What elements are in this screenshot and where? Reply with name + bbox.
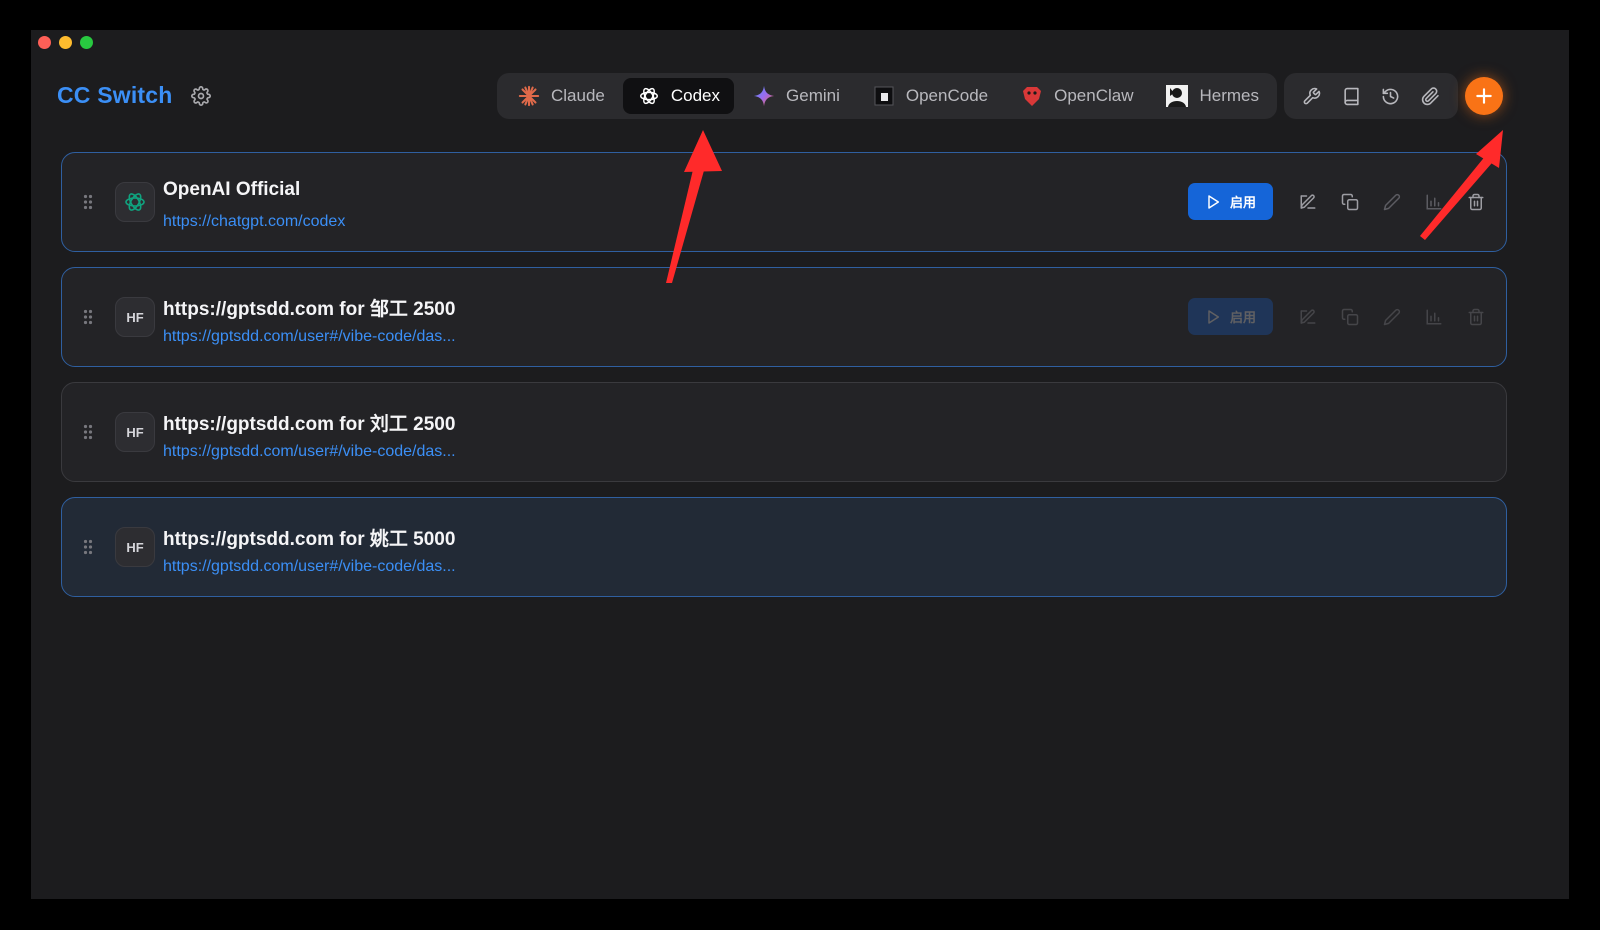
provider-card[interactable]: HF https://gptsdd.com for 姚工 5000 https:… bbox=[61, 497, 1507, 597]
grip-icon bbox=[83, 194, 93, 210]
edit-button[interactable] bbox=[1287, 183, 1329, 220]
provider-avatar bbox=[115, 182, 155, 222]
add-provider-button[interactable] bbox=[1465, 77, 1503, 115]
gear-icon bbox=[190, 85, 211, 106]
edit-icon bbox=[1300, 308, 1316, 324]
toolbar bbox=[1284, 73, 1458, 119]
provider-url[interactable]: https://gptsdd.com/user#/vibe-code/das..… bbox=[163, 443, 456, 461]
tab-opencode[interactable]: OpenCode bbox=[858, 78, 1002, 114]
provider-card[interactable]: HF https://gptsdd.com for 邹工 2500 https:… bbox=[61, 267, 1507, 367]
provider-list: OpenAI Official https://chatgpt.com/code… bbox=[61, 152, 1507, 612]
tab-label: OpenCode bbox=[905, 86, 989, 105]
attachments-button[interactable] bbox=[1414, 80, 1446, 112]
tab-label: OpenClaw bbox=[1054, 86, 1134, 105]
enable-label: 启用 bbox=[1229, 195, 1256, 210]
app-header: CC Switch bbox=[57, 82, 211, 109]
close-window-button[interactable] bbox=[38, 36, 51, 49]
provider-name: https://gptsdd.com for 刘工 2500 bbox=[163, 414, 456, 435]
tab-label: Hermes bbox=[1199, 86, 1259, 105]
trash-icon bbox=[1468, 308, 1484, 325]
tab-openclaw[interactable]: OpenClaw bbox=[1006, 78, 1147, 114]
pencil-icon bbox=[1383, 308, 1401, 325]
test-button[interactable] bbox=[1371, 183, 1413, 220]
window-controls bbox=[38, 36, 93, 49]
plus-icon bbox=[1476, 88, 1492, 104]
history-button[interactable] bbox=[1375, 80, 1407, 112]
tab-codex[interactable]: Codex bbox=[622, 78, 735, 114]
claude-icon bbox=[517, 84, 541, 108]
enable-label: 启用 bbox=[1229, 310, 1256, 325]
grip-icon bbox=[83, 309, 93, 325]
opencode-icon bbox=[872, 84, 896, 108]
drag-handle[interactable] bbox=[83, 539, 93, 555]
grip-icon bbox=[83, 539, 93, 555]
test-button[interactable] bbox=[1371, 298, 1413, 335]
tab-label: Claude bbox=[551, 86, 605, 105]
provider-url[interactable]: https://gptsdd.com/user#/vibe-code/das..… bbox=[163, 328, 456, 346]
play-icon bbox=[1208, 309, 1220, 324]
provider-url[interactable]: https://gptsdd.com/user#/vibe-code/das..… bbox=[163, 558, 456, 576]
provider-tabs: Claude Codex Gemini OpenCode OpenClaw He… bbox=[497, 73, 1277, 119]
provider-card[interactable]: OpenAI Official https://chatgpt.com/code… bbox=[61, 152, 1507, 252]
hermes-icon bbox=[1165, 84, 1189, 108]
zoom-window-button[interactable] bbox=[80, 36, 93, 49]
enable-button[interactable]: 启用 bbox=[1188, 183, 1273, 220]
minimize-window-button[interactable] bbox=[59, 36, 72, 49]
wrench-icon bbox=[1303, 87, 1321, 104]
provider-url[interactable]: https://chatgpt.com/codex bbox=[163, 213, 345, 231]
codex-icon bbox=[637, 84, 661, 108]
drag-handle[interactable] bbox=[83, 309, 93, 325]
provider-name: https://gptsdd.com for 姚工 5000 bbox=[163, 529, 456, 550]
enable-button[interactable]: 启用 bbox=[1188, 298, 1273, 335]
bar-chart-icon bbox=[1426, 309, 1442, 324]
history-icon bbox=[1382, 88, 1399, 104]
provider-name: OpenAI Official bbox=[163, 179, 301, 200]
provider-avatar: HF bbox=[115, 297, 155, 337]
copy-icon bbox=[1341, 308, 1359, 325]
settings-button[interactable] bbox=[190, 85, 211, 106]
grip-icon bbox=[83, 424, 93, 440]
trash-icon bbox=[1468, 193, 1484, 210]
openai-icon bbox=[125, 193, 145, 211]
provider-actions: 启用 bbox=[1188, 298, 1497, 335]
edit-icon bbox=[1300, 193, 1316, 209]
drag-handle[interactable] bbox=[83, 424, 93, 440]
tab-hermes[interactable]: Hermes bbox=[1151, 78, 1273, 114]
gemini-icon bbox=[752, 84, 776, 108]
tab-label: Gemini bbox=[786, 86, 840, 105]
provider-name: https://gptsdd.com for 邹工 2500 bbox=[163, 299, 456, 320]
provider-avatar: HF bbox=[115, 412, 155, 452]
drag-handle[interactable] bbox=[83, 194, 93, 210]
duplicate-button[interactable] bbox=[1329, 183, 1371, 220]
copy-icon bbox=[1341, 193, 1359, 210]
tab-label: Codex bbox=[670, 86, 721, 105]
tools-button[interactable] bbox=[1296, 80, 1328, 112]
delete-button[interactable] bbox=[1455, 298, 1497, 335]
provider-actions: 启用 bbox=[1188, 183, 1497, 220]
app-window: CC Switch Claude Codex Gemini OpenCode O… bbox=[31, 30, 1569, 899]
app-title: CC Switch bbox=[57, 82, 173, 108]
edit-button[interactable] bbox=[1287, 298, 1329, 335]
stats-button[interactable] bbox=[1413, 298, 1455, 335]
tab-claude[interactable]: Claude bbox=[503, 78, 619, 114]
docs-button[interactable] bbox=[1335, 80, 1367, 112]
play-icon bbox=[1208, 194, 1220, 209]
paperclip-icon bbox=[1421, 86, 1439, 105]
openclaw-icon bbox=[1020, 84, 1044, 108]
tab-gemini[interactable]: Gemini bbox=[738, 78, 854, 114]
stats-button[interactable] bbox=[1413, 183, 1455, 220]
pencil-icon bbox=[1383, 193, 1401, 210]
book-icon bbox=[1344, 87, 1359, 105]
bar-chart-icon bbox=[1426, 194, 1442, 209]
provider-avatar: HF bbox=[115, 527, 155, 567]
delete-button[interactable] bbox=[1455, 183, 1497, 220]
duplicate-button[interactable] bbox=[1329, 298, 1371, 335]
provider-card[interactable]: HF https://gptsdd.com for 刘工 2500 https:… bbox=[61, 382, 1507, 482]
